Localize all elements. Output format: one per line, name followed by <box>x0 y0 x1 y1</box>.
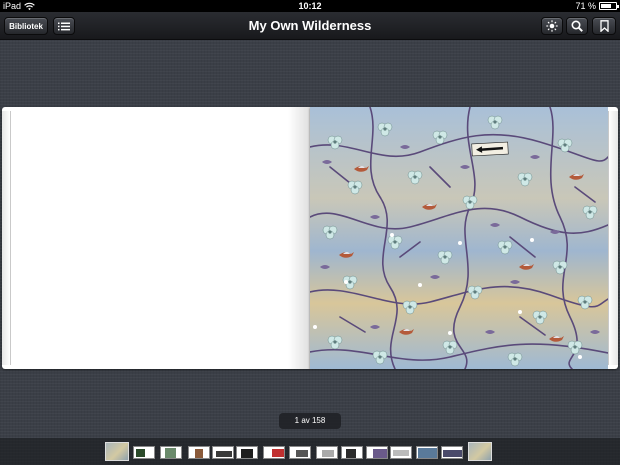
thumb-9[interactable] <box>316 446 338 459</box>
thumbnail-image <box>443 450 462 457</box>
thumb-2[interactable] <box>133 446 155 459</box>
thumb-3[interactable] <box>160 446 182 459</box>
thumbnail-image <box>241 449 253 458</box>
thumbnail-image <box>296 450 308 457</box>
bookmark-icon <box>599 20 609 32</box>
thumbnail-image <box>418 448 437 458</box>
thumbnail-image <box>393 450 409 456</box>
status-time: 10:12 <box>298 1 322 11</box>
thumbnail-image <box>346 449 356 458</box>
page-indicator: 1 av 158 <box>279 413 341 429</box>
thumb-8[interactable] <box>289 446 311 459</box>
search-button[interactable] <box>566 17 588 35</box>
brightness-button[interactable] <box>541 17 563 35</box>
status-bar: iPad 10:12 71 % <box>0 0 620 12</box>
thumbnail-scrubber[interactable] <box>0 438 620 465</box>
thumb-5[interactable] <box>212 446 234 459</box>
thumb-4[interactable] <box>188 446 210 459</box>
battery-icon <box>599 2 619 10</box>
thumbnail-image <box>322 450 334 457</box>
thumbnail-image <box>136 449 145 457</box>
left-page-edge <box>2 111 11 365</box>
toolbar: Bibliotek My Own Wilderness <box>0 12 620 40</box>
thumbnail-image <box>195 449 203 458</box>
table-of-contents-button[interactable] <box>53 17 75 35</box>
bookmark-button[interactable] <box>592 17 616 35</box>
thumb-15[interactable] <box>468 442 492 461</box>
thumb-12[interactable] <box>390 446 412 459</box>
brightness-icon <box>546 20 558 32</box>
status-right: 71 % <box>575 0 619 12</box>
thumb-11[interactable] <box>366 446 388 459</box>
left-page[interactable] <box>2 107 310 369</box>
thumb-1[interactable] <box>105 442 129 461</box>
thumb-13[interactable] <box>416 446 438 459</box>
right-page[interactable] <box>310 107 618 369</box>
thumb-6[interactable] <box>236 446 258 459</box>
right-page-edge <box>608 111 618 365</box>
floral-wallpaper-artwork <box>310 107 608 369</box>
book-title: My Own Wilderness <box>248 18 372 33</box>
search-icon <box>571 20 583 32</box>
battery-percent: 71 % <box>575 1 596 11</box>
thumbnail-image <box>165 448 176 458</box>
thumbnail-image <box>216 451 232 457</box>
thumbnail-image <box>272 449 284 457</box>
arrow-sign <box>471 141 509 157</box>
battery-fill <box>601 4 611 8</box>
book-spread[interactable] <box>2 107 618 369</box>
library-button[interactable]: Bibliotek <box>4 17 48 35</box>
thumb-10[interactable] <box>341 446 363 459</box>
left-gutter-shadow <box>288 107 310 369</box>
thumbnail-image <box>373 449 387 458</box>
list-icon <box>58 22 70 30</box>
thumb-14[interactable] <box>441 446 463 459</box>
thumb-7[interactable] <box>263 446 285 459</box>
